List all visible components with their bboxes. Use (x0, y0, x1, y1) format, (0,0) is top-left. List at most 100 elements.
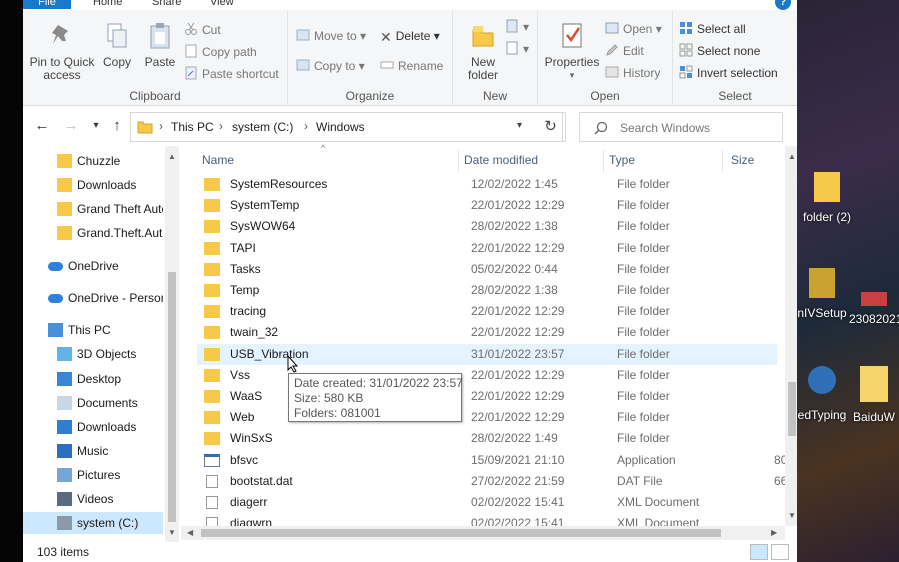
sidebar-item[interactable]: OneDrive (23, 255, 163, 277)
sidebar-item[interactable]: system (C:) (23, 512, 163, 534)
file-row[interactable]: diagerr 02/02/2022 15:41 XML Document (197, 492, 777, 513)
edit-button[interactable]: Edit (605, 42, 644, 60)
file-row[interactable]: SystemTemp 22/01/2022 12:29 File folder (197, 195, 777, 216)
sidebar-item[interactable]: This PC (23, 319, 163, 341)
sidebar-item[interactable]: 3D Objects (23, 343, 163, 365)
horizontal-scroll-thumb[interactable] (201, 529, 721, 537)
column-header-type[interactable]: Type (609, 153, 635, 167)
sidebar-item[interactable]: Desktop (23, 368, 163, 390)
copy-path-icon (185, 44, 197, 58)
file-date: 28/02/2022 1:38 (471, 283, 558, 297)
edit-icon (606, 44, 618, 56)
new-item-button[interactable]: ▾ (505, 18, 529, 36)
scroll-down-icon[interactable]: ▼ (168, 528, 176, 537)
file-list-scrollbar[interactable]: ▲ ▼ (785, 146, 797, 526)
column-divider[interactable] (458, 150, 459, 172)
navigation-scroll-thumb[interactable] (168, 272, 176, 522)
select-none-label: Select none (697, 44, 761, 58)
large-icons-view-icon[interactable] (771, 544, 789, 560)
rename-button[interactable]: Rename (380, 57, 443, 75)
desktop-icon-label: 23082021 (849, 312, 899, 326)
address-history-chevron-icon[interactable]: ▾ (517, 120, 522, 131)
history-button[interactable]: History (605, 64, 660, 82)
file-row[interactable]: Temp 28/02/2022 1:38 File folder (197, 280, 777, 301)
tab-view[interactable]: View (210, 0, 234, 9)
move-to-button[interactable]: Move to ▾ (296, 27, 366, 45)
file-row[interactable]: Tasks 05/02/2022 0:44 File folder (197, 259, 777, 280)
sidebar-item[interactable]: Grand.Theft.Auto (23, 222, 163, 244)
breadcrumb-system-c[interactable]: system (C:) (232, 120, 293, 134)
scroll-down-icon[interactable]: ▼ (788, 511, 796, 520)
easy-access-button[interactable]: ▾ (505, 40, 529, 58)
tab-file[interactable]: File (23, 0, 71, 9)
refresh-icon[interactable]: ↻ (536, 112, 566, 142)
file-row[interactable]: twain_32 22/01/2022 12:29 File folder (197, 322, 777, 343)
file-row[interactable]: WinSxS 28/02/2022 1:49 File folder (197, 428, 777, 449)
sidebar-item[interactable]: OneDrive - Personal (23, 287, 163, 309)
up-arrow-icon[interactable]: ↑ (107, 116, 127, 136)
sidebar-item[interactable]: Videos (23, 488, 163, 510)
file-row[interactable]: Web 22/01/2022 12:29 File folder (197, 407, 777, 428)
file-row[interactable]: bootstat.dat 27/02/2022 21:59 DAT File 66 (197, 471, 787, 492)
sidebar-item[interactable]: Downloads (23, 416, 163, 438)
properties-button[interactable]: Properties ▾ (543, 22, 601, 82)
sidebar-item[interactable]: Music (23, 440, 163, 462)
tab-share[interactable]: Share (152, 0, 181, 9)
address-bar[interactable]: › This PC › system (C:) › Windows ▾ (130, 112, 563, 142)
copy-button[interactable]: Copy (99, 22, 135, 69)
help-button[interactable]: ? (775, 0, 791, 10)
file-name: WinSxS (230, 431, 273, 446)
rename-icon (380, 61, 394, 69)
file-row[interactable]: SystemResources 12/02/2022 1:45 File folde… (197, 174, 777, 195)
desktop-folder-shortcut[interactable]: folder (2) (797, 172, 857, 224)
desktop-archive-shortcut[interactable]: 23082021 (849, 292, 899, 326)
sidebar-item[interactable]: Downloads (23, 174, 163, 196)
open-button[interactable]: Open ▾ (605, 20, 662, 38)
recent-locations-chevron-icon[interactable]: ▾ (86, 116, 106, 136)
copy-to-button[interactable]: Copy to ▾ (296, 57, 365, 75)
column-header-name[interactable]: Name (202, 153, 234, 167)
file-row[interactable]: tracing 22/01/2022 12:29 File folder (197, 301, 777, 322)
column-header-size[interactable]: Size (731, 153, 754, 167)
file-list-scroll-thumb[interactable] (788, 382, 796, 436)
details-view-icon[interactable] (750, 544, 768, 560)
desktop-setup-shortcut[interactable]: nIVSetup (797, 268, 847, 320)
file-row[interactable]: USB_Vibration 31/01/2022 23:57 File folder (197, 343, 777, 365)
horizontal-scrollbar[interactable]: ◀ ▶ (181, 526, 785, 540)
search-box[interactable]: Search Windows (579, 112, 783, 142)
back-arrow-icon[interactable]: ← (32, 116, 52, 136)
delete-button[interactable]: ✕ Delete ▾ (380, 27, 440, 45)
scroll-left-icon[interactable]: ◀ (187, 528, 193, 537)
select-none-button[interactable]: Select none (679, 42, 760, 60)
tab-home[interactable]: Home (93, 0, 122, 9)
breadcrumb-this-pc[interactable]: This PC (171, 120, 214, 134)
file-row[interactable]: Vss 22/01/2022 12:29 File folder (197, 365, 777, 386)
scroll-right-icon[interactable]: ▶ (771, 528, 777, 537)
scroll-up-icon[interactable]: ▲ (168, 152, 176, 161)
sidebar-item[interactable]: Chuzzle (23, 150, 163, 172)
file-row[interactable]: TAPI 22/01/2022 12:29 File folder (197, 238, 777, 259)
file-row[interactable]: bfsvc 15/09/2021 21:10 Application 80 (197, 450, 787, 471)
column-divider[interactable] (603, 150, 604, 172)
desktop-baidu-shortcut[interactable]: BaiduW (849, 366, 899, 424)
invert-selection-button[interactable]: Invert selection (679, 64, 778, 82)
column-divider[interactable] (722, 150, 723, 172)
sidebar-item[interactable]: Grand Theft Auto (23, 198, 163, 220)
cut-button[interactable]: Cut (184, 21, 221, 39)
sidebar-item[interactable]: Documents (23, 392, 163, 414)
forward-arrow-icon[interactable]: → (61, 116, 81, 136)
file-row[interactable]: SysWOW64 28/02/2022 1:38 File folder (197, 216, 777, 237)
paste-button[interactable]: Paste (141, 22, 179, 69)
file-row[interactable]: WaaS 22/01/2022 12:29 File folder (197, 386, 777, 407)
paste-shortcut-button[interactable]: Paste shortcut (184, 65, 279, 83)
select-all-button[interactable]: Select all (679, 20, 746, 38)
desktop-typing-shortcut[interactable]: edTyping (797, 366, 847, 422)
new-folder-button[interactable]: New folder (461, 22, 505, 82)
sidebar-item[interactable]: Pictures (23, 464, 163, 486)
column-header-date[interactable]: Date modified (464, 153, 538, 167)
pin-to-quick-access-button[interactable]: Pin to Quick access (29, 22, 95, 82)
navigation-scrollbar[interactable]: ▲ ▼ (165, 146, 179, 542)
scroll-up-icon[interactable]: ▲ (788, 152, 796, 161)
breadcrumb-windows[interactable]: Windows (316, 120, 365, 134)
copy-path-button[interactable]: Copy path (184, 43, 257, 61)
